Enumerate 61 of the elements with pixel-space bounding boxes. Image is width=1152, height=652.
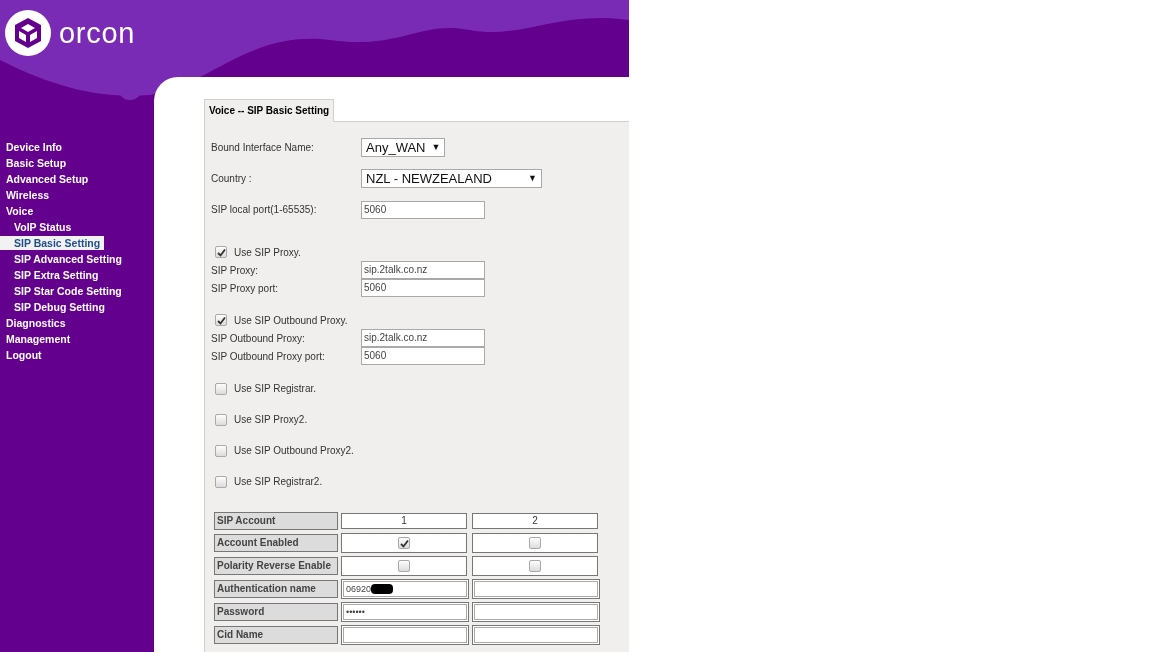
checkbox[interactable] [215, 444, 227, 457]
checkbox[interactable] [398, 537, 410, 549]
input-field[interactable] [474, 604, 598, 620]
row-header: Account Enabled [214, 534, 338, 552]
checkbox-label: Use SIP Registrar2. [234, 475, 323, 489]
row-header: Cid Name [214, 626, 338, 644]
checkbox[interactable] [529, 560, 541, 572]
nav-item[interactable]: SIP Star Code Setting [0, 284, 126, 298]
checkbox-label: Use SIP Outbound Proxy. [234, 313, 348, 328]
input-field[interactable]: sip.2talk.co.nz [361, 329, 485, 347]
nav-item[interactable]: Voice [0, 204, 38, 218]
dropdown[interactable]: NZL - NEWZEALAND ▼ [361, 169, 542, 188]
nav-item[interactable]: Device Info [0, 140, 67, 154]
checkbox-label: Use SIP Outbound Proxy2. [234, 444, 354, 458]
checkbox[interactable] [398, 560, 410, 572]
input-field[interactable] [343, 627, 467, 643]
row-header: Polarity Reverse Enable [214, 557, 338, 575]
checkbox-label: Use SIP Proxy. [234, 245, 301, 260]
dropdown[interactable]: Any_WAN ▼ [361, 138, 446, 157]
nav-item[interactable]: Diagnostics [0, 316, 70, 330]
input-field[interactable]: sip.2talk.co.nz [361, 261, 485, 279]
field-label: SIP Outbound Proxy port: [211, 349, 326, 364]
input-field[interactable]: 5060 [361, 279, 485, 297]
checkbox[interactable] [215, 246, 227, 258]
field-label: SIP local port(1-65535): [211, 203, 318, 217]
checkbox-label: Use SIP Registrar. [234, 382, 317, 396]
table-cell: 2 [472, 513, 598, 529]
field-label: SIP Proxy: [211, 263, 260, 278]
nav-item[interactable]: Basic Setup [0, 156, 71, 170]
input-field[interactable]: 06920 [343, 581, 467, 597]
nav-item[interactable]: SIP Extra Setting [0, 268, 103, 282]
field-label: SIP Proxy port: [211, 281, 280, 296]
row-header: Authentication name [214, 580, 338, 598]
input-field[interactable]: •••••• [343, 604, 467, 620]
table-cell: 1 [341, 513, 467, 529]
checkbox-label: Use SIP Proxy2. [234, 413, 308, 427]
section-tab[interactable]: Voice -- SIP Basic Setting [204, 99, 335, 122]
nav-item[interactable]: Management [0, 332, 75, 346]
field-label: Bound Interface Name: [211, 141, 315, 155]
nav-item[interactable]: SIP Basic Setting [0, 236, 105, 250]
row-header: SIP Account [214, 512, 338, 530]
checkbox[interactable] [529, 537, 541, 549]
row-header: Password [214, 603, 338, 621]
logo-text: orcon [59, 18, 136, 48]
input-field[interactable] [474, 627, 598, 643]
input-field[interactable]: 5060 [361, 347, 485, 365]
checkbox[interactable] [215, 314, 227, 326]
nav-item[interactable]: SIP Advanced Setting [0, 252, 126, 266]
logo-icon [5, 10, 51, 56]
nav-item[interactable]: Wireless [0, 188, 54, 202]
input-field[interactable] [474, 581, 598, 597]
nav-item[interactable]: Advanced Setup [0, 172, 93, 186]
nav-item[interactable]: SIP Debug Setting [0, 300, 109, 314]
nav-item[interactable]: Logout [0, 348, 46, 362]
input-field[interactable]: 5060 [361, 200, 485, 219]
checkbox[interactable] [215, 413, 227, 426]
field-label: Country : [211, 172, 253, 186]
checkbox[interactable] [215, 382, 227, 395]
field-label: SIP Outbound Proxy: [211, 331, 306, 346]
nav-item[interactable]: VoIP Status [0, 220, 76, 234]
checkbox[interactable] [215, 475, 227, 488]
